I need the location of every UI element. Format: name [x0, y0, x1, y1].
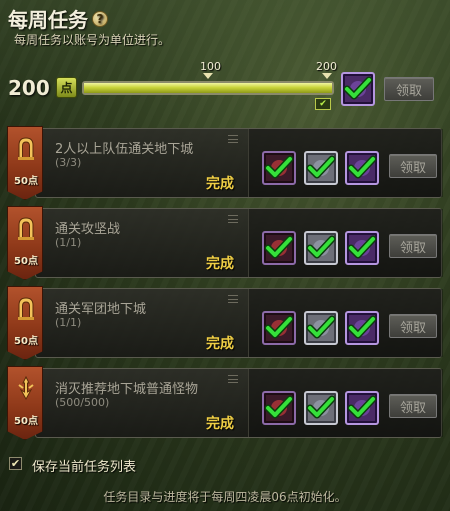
gate-icon — [15, 135, 37, 161]
sword-icon — [15, 375, 37, 401]
claim-quest-button[interactable]: 领取 — [389, 314, 437, 338]
reward-chest-red-icon[interactable] — [262, 151, 296, 185]
quest-progress: (1/1) — [55, 316, 82, 329]
quest-row: 领取 50点 2人以上队伍通关地下城 (3/3) 完成 — [7, 126, 443, 200]
reward-item-purple-icon[interactable] — [345, 231, 379, 265]
quest-points-banner: 50点 — [7, 366, 43, 440]
quest-rewards: 领取 — [248, 129, 443, 197]
quest-progress: (3/3) — [55, 156, 82, 169]
points-total: 200 — [8, 76, 50, 100]
quest-rewards: 领取 — [248, 369, 443, 437]
quest-points: 50点 — [14, 256, 38, 267]
milestone-chest-icon: ✔ — [315, 98, 331, 110]
milestone-label-100: 100 — [200, 60, 221, 73]
quest-row: 领取 50点 消灭推荐地下城普通怪物 (500/500) 完成 — [7, 366, 443, 440]
points-badge-icon: 点 — [56, 77, 77, 98]
reward-item-purple-icon[interactable] — [345, 311, 379, 345]
reward-chest-red-icon[interactable] — [262, 231, 296, 265]
quest-points: 50点 — [14, 416, 38, 427]
reward-box-silver-icon[interactable] — [304, 151, 338, 185]
quest-rewards: 领取 — [248, 209, 443, 277]
quest-points: 50点 — [14, 336, 38, 347]
quest-points-banner: 50点 — [7, 126, 43, 200]
quest-name: 通关攻坚战 — [55, 222, 121, 237]
quest-name: 通关军团地下城 — [55, 302, 147, 317]
reward-box-silver-icon[interactable] — [304, 311, 338, 345]
claim-milestone-button[interactable]: 领取 — [384, 77, 434, 101]
quest-row: 领取 50点 通关攻坚战 (1/1) 完成 — [7, 206, 443, 280]
reward-chest-red-icon[interactable] — [262, 391, 296, 425]
drag-handle-icon[interactable] — [228, 135, 238, 143]
reward-chest-red-icon[interactable] — [262, 311, 296, 345]
quest-rewards: 领取 — [248, 289, 443, 357]
weekly-progress-bar — [82, 81, 334, 95]
page-title-text: 每周任务 — [8, 8, 88, 32]
page-subtitle: 每周任务以账号为单位进行。 — [14, 33, 171, 47]
reward-item-purple-icon[interactable] — [345, 391, 379, 425]
save-list-checkbox[interactable]: ✔ — [9, 457, 22, 470]
gate-icon — [15, 215, 37, 241]
quest-status: 完成 — [206, 176, 234, 192]
gate-icon — [15, 295, 37, 321]
save-list-label: 保存当前任务列表 — [32, 460, 137, 475]
quest-name: 2人以上队伍通关地下城 — [55, 142, 194, 157]
claim-quest-button[interactable]: 领取 — [389, 154, 437, 178]
quest-status: 完成 — [206, 416, 234, 432]
help-icon[interactable]: ? — [92, 10, 108, 27]
drag-handle-icon[interactable] — [228, 295, 238, 303]
reward-box-silver-icon[interactable] — [304, 231, 338, 265]
quest-points-banner: 50点 — [7, 286, 43, 360]
drag-handle-icon[interactable] — [228, 215, 238, 223]
quest-status: 完成 — [206, 256, 234, 272]
claim-quest-button[interactable]: 领取 — [389, 234, 437, 258]
milestone-reward-icon[interactable] — [341, 72, 375, 106]
quest-progress: (500/500) — [55, 396, 110, 409]
quest-progress: (1/1) — [55, 236, 82, 249]
quest-points-banner: 50点 — [7, 206, 43, 280]
quest-points: 50点 — [14, 176, 38, 187]
weekly-progress-fill — [84, 83, 332, 93]
quest-row: 领取 50点 通关军团地下城 (1/1) 完成 — [7, 286, 443, 360]
milestone-marker-icon — [203, 73, 213, 79]
claim-quest-button[interactable]: 领取 — [389, 394, 437, 418]
reward-box-silver-icon[interactable] — [304, 391, 338, 425]
reward-item-purple-icon[interactable] — [345, 151, 379, 185]
quest-status: 完成 — [206, 336, 234, 352]
page-title: 每周任务 ? — [8, 4, 108, 33]
milestone-marker-icon — [322, 73, 332, 79]
milestone-label-200: 200 — [316, 60, 337, 73]
reset-note: 任务目录与进度将于每周四凌晨06点初始化。 — [103, 490, 347, 504]
drag-handle-icon[interactable] — [228, 375, 238, 383]
quest-name: 消灭推荐地下城普通怪物 — [55, 382, 199, 397]
